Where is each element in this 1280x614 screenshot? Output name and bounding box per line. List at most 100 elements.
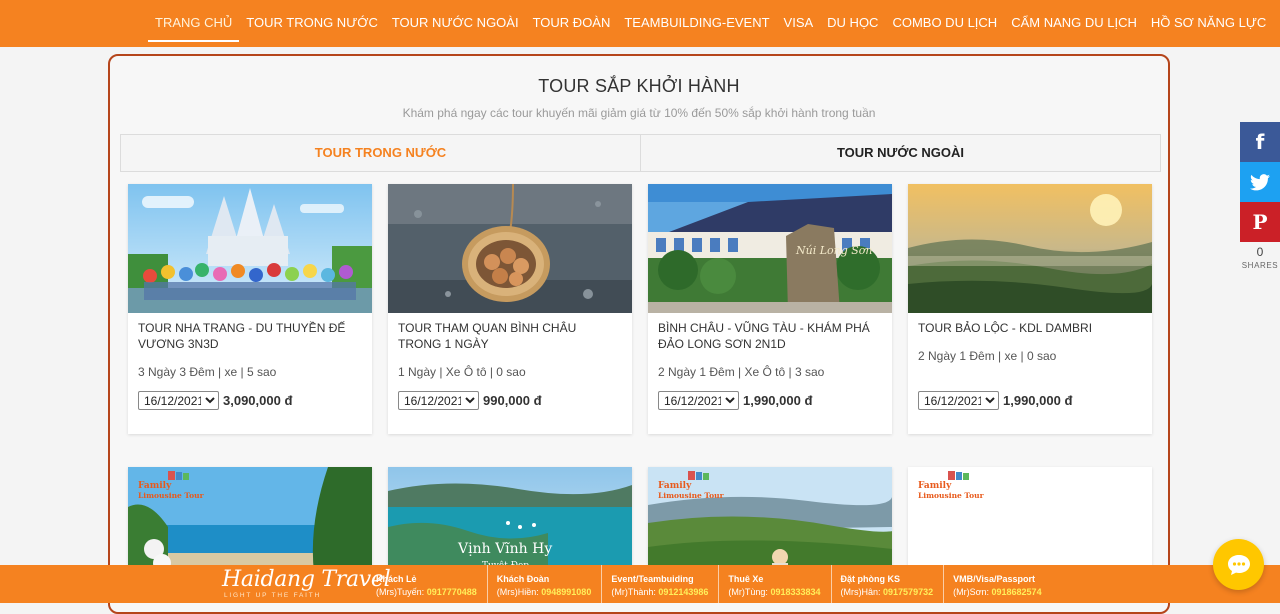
facebook-icon: f <box>1255 130 1265 154</box>
tour-image-bao-loc[interactable] <box>908 184 1152 313</box>
svg-text:Family: Family <box>138 481 172 491</box>
tour-price: 1,990,000 đ <box>743 393 813 408</box>
family-limousine-logo: Family Limousine Tour <box>918 471 985 500</box>
contact-thue-xe: Thuê Xe (Mr)Tùng: 0918333834 <box>718 565 830 603</box>
nav-item-tour-nuoc-ngoai[interactable]: TOUR NƯỚC NGOÀI <box>385 0 526 47</box>
tour-card-body: TOUR BẢO LỘC - KDL DAMBRI 2 Ngày 1 Đêm |… <box>908 313 1152 434</box>
tour-card-body: BÌNH CHÂU - VŨNG TÀU - KHÁM PHÁ ĐẢO LONG… <box>648 313 892 434</box>
tour-image-binh-chau[interactable] <box>388 184 632 313</box>
section-title: TOUR SẮP KHỞI HÀNH <box>538 76 740 96</box>
contact-person: (Mrs)Tuyến: <box>376 587 425 597</box>
image-caption-vinh-vinh-hy: Vịnh Vĩnh Hy <box>457 541 552 557</box>
nav-item-tour-doan[interactable]: TOUR ĐOÀN <box>526 0 618 47</box>
tab-tour-trong-nuoc[interactable]: TOUR TRONG NƯỚC <box>121 135 640 171</box>
contact-person: (Mrs)Hiền: <box>496 587 539 597</box>
contact-phone-link[interactable]: 0912143986 <box>658 587 708 597</box>
tour-card-body: TOUR NHA TRANG - DU THUYỀN ĐẾ VƯƠNG 3N3D… <box>128 313 372 434</box>
tour-name[interactable]: BÌNH CHÂU - VŨNG TÀU - KHÁM PHÁ ĐẢO LONG… <box>658 320 882 354</box>
contact-khach-le: Khách Lẻ (Mrs)Tuyến: 0917770488 <box>367 565 487 603</box>
contact-phone-link[interactable]: 0918333834 <box>770 587 820 597</box>
contact-dat-phong-ks: Đặt phòng KS (Mrs)Hân: 0917579732 <box>830 565 944 603</box>
tour-card[interactable]: Núi Long Sơn BÌNH CHÂU - VŨNG TÀU - KHÁM… <box>648 184 892 434</box>
pinterest-icon: P <box>1252 210 1268 234</box>
tour-booking-row: 16/12/2021 990,000 đ <box>398 391 542 410</box>
tab-tour-nuoc-ngoai[interactable]: TOUR NƯỚC NGOÀI <box>640 135 1160 171</box>
contact-vmb-visa-passport: VMB/Visa/Passport (Mr)Sơn: 0918682574 <box>943 565 1051 603</box>
share-label: SHARES <box>1241 261 1279 270</box>
brand-tagline: LIGHT UP THE FAITH <box>224 592 322 599</box>
contact-list: Khách Lẻ (Mrs)Tuyến: 0917770488 Khách Đo… <box>367 565 1052 603</box>
nav-item-combo-du-lich[interactable]: COMBO DU LỊCH <box>885 0 1004 47</box>
contact-heading: Khách Đoàn <box>496 574 550 584</box>
social-share-bar: f P 0 SHARES <box>1240 122 1280 270</box>
upcoming-tours-panel: TOUR SẮP KHỞI HÀNH Khám phá ngay các tou… <box>108 54 1170 614</box>
tour-tabs: TOUR TRONG NƯỚC TOUR NƯỚC NGOÀI <box>120 134 1161 172</box>
contact-person: (Mrs)Hân: <box>840 587 881 597</box>
stone-sign-text: Núi Long Sơn <box>795 244 873 257</box>
chat-widget-button[interactable] <box>1213 539 1264 590</box>
nav-item-trang-chu[interactable]: TRANG CHỦ <box>148 0 240 47</box>
tour-price: 990,000 đ <box>483 393 542 408</box>
nav-item-visa[interactable]: VISA <box>777 0 821 47</box>
contact-khach-doan: Khách Đoàn (Mrs)Hiền: 0948991080 <box>486 565 602 603</box>
family-limousine-logo: Family Limousine Tour <box>658 471 725 500</box>
tour-card[interactable]: TOUR THAM QUAN BÌNH CHÂU TRONG 1 NGÀY 1 … <box>388 184 632 434</box>
svg-text:Limousine Tour: Limousine Tour <box>138 491 205 500</box>
share-count: 0 <box>1256 245 1264 259</box>
brand-logo[interactable]: Haidang Travel <box>222 569 391 591</box>
tour-name[interactable]: TOUR THAM QUAN BÌNH CHÂU TRONG 1 NGÀY <box>398 320 622 354</box>
departure-date-select[interactable]: 16/12/2021 <box>658 391 739 410</box>
nav-item-cam-nang-du-lich[interactable]: CẨM NANG DU LỊCH <box>1004 0 1144 47</box>
contact-phone-link[interactable]: 0918682574 <box>992 587 1042 597</box>
contact-person: (Mr)Thành: <box>611 587 656 597</box>
contact-person: (Mr)Sơn: <box>953 587 989 597</box>
footer-contact-bar: Haidang Travel LIGHT UP THE FAITH Khách … <box>0 565 1280 603</box>
tour-meta: 2 Ngày 1 Đêm | Xe Ô tô | 3 sao <box>658 365 825 379</box>
tour-meta: 1 Ngày | Xe Ô tô | 0 sao <box>398 365 526 379</box>
departure-date-select[interactable]: 16/12/2021 <box>138 391 219 410</box>
contact-person: (Mr)Tùng: <box>728 587 768 597</box>
svg-text:Family: Family <box>918 481 952 491</box>
departure-date-select[interactable]: 16/12/2021 <box>398 391 479 410</box>
contact-heading: Event/Teambuiding <box>611 574 694 584</box>
contact-heading: Khách Lẻ <box>376 574 417 584</box>
svg-text:Limousine Tour: Limousine Tour <box>658 491 725 500</box>
svg-text:Family: Family <box>658 481 692 491</box>
contact-phone-link[interactable]: 0917579732 <box>883 587 933 597</box>
tour-card[interactable]: TOUR NHA TRANG - DU THUYỀN ĐẾ VƯƠNG 3N3D… <box>128 184 372 434</box>
nav-menu: TRANG CHỦ TOUR TRONG NƯỚC TOUR NƯỚC NGOÀ… <box>148 0 1273 47</box>
nav-item-du-hoc[interactable]: DU HỌC <box>820 0 885 47</box>
tour-price: 3,090,000 đ <box>223 393 293 408</box>
tour-card[interactable]: TOUR BẢO LỘC - KDL DAMBRI 2 Ngày 1 Đêm |… <box>908 184 1152 434</box>
nav-item-teambuilding-event[interactable]: TEAMBUILDING-EVENT <box>617 0 776 47</box>
tour-booking-row: 16/12/2021 3,090,000 đ <box>138 391 292 410</box>
tour-name[interactable]: TOUR NHA TRANG - DU THUYỀN ĐẾ VƯƠNG 3N3D <box>138 320 362 354</box>
contact-heading: Đặt phòng KS <box>840 574 901 584</box>
facebook-share-button[interactable]: f <box>1240 122 1280 162</box>
top-navigation: TRANG CHỦ TOUR TRONG NƯỚC TOUR NƯỚC NGOÀ… <box>0 0 1280 47</box>
tour-price: 1,990,000 đ <box>1003 393 1073 408</box>
tour-meta: 2 Ngày 1 Đêm | xe | 0 sao <box>918 349 1057 363</box>
pinterest-share-button[interactable]: P <box>1240 202 1280 242</box>
tour-meta: 3 Ngày 3 Đêm | xe | 5 sao <box>138 365 277 379</box>
tour-image-long-son[interactable]: Núi Long Sơn <box>648 184 892 313</box>
nav-item-ho-so-nang-luc[interactable]: HỒ SƠ NĂNG LỰC <box>1144 0 1273 47</box>
twitter-icon <box>1250 173 1270 190</box>
twitter-share-button[interactable] <box>1240 162 1280 202</box>
contact-heading: VMB/Visa/Passport <box>953 574 1035 584</box>
contact-phone-link[interactable]: 0948991080 <box>541 587 591 597</box>
tour-booking-row: 16/12/2021 1,990,000 đ <box>918 391 1072 410</box>
departure-date-select[interactable]: 16/12/2021 <box>918 391 999 410</box>
tour-image-nha-trang[interactable] <box>128 184 372 313</box>
chat-bubble-icon <box>1227 554 1250 575</box>
svg-text:Limousine Tour: Limousine Tour <box>918 491 985 500</box>
tour-name[interactable]: TOUR BẢO LỘC - KDL DAMBRI <box>918 320 1142 338</box>
contact-heading: Thuê Xe <box>728 574 764 584</box>
nav-item-tour-trong-nuoc[interactable]: TOUR TRONG NƯỚC <box>239 0 385 47</box>
family-limousine-logo: Family Limousine Tour <box>138 471 205 500</box>
section-subtitle: Khám phá ngay các tour khuyến mãi giảm g… <box>402 106 876 120</box>
tour-card-body: TOUR THAM QUAN BÌNH CHÂU TRONG 1 NGÀY 1 … <box>388 313 632 434</box>
contact-phone-link[interactable]: 0917770488 <box>427 587 477 597</box>
contact-event-teambuilding: Event/Teambuiding (Mr)Thành: 0912143986 <box>601 565 718 603</box>
tour-booking-row: 16/12/2021 1,990,000 đ <box>658 391 812 410</box>
